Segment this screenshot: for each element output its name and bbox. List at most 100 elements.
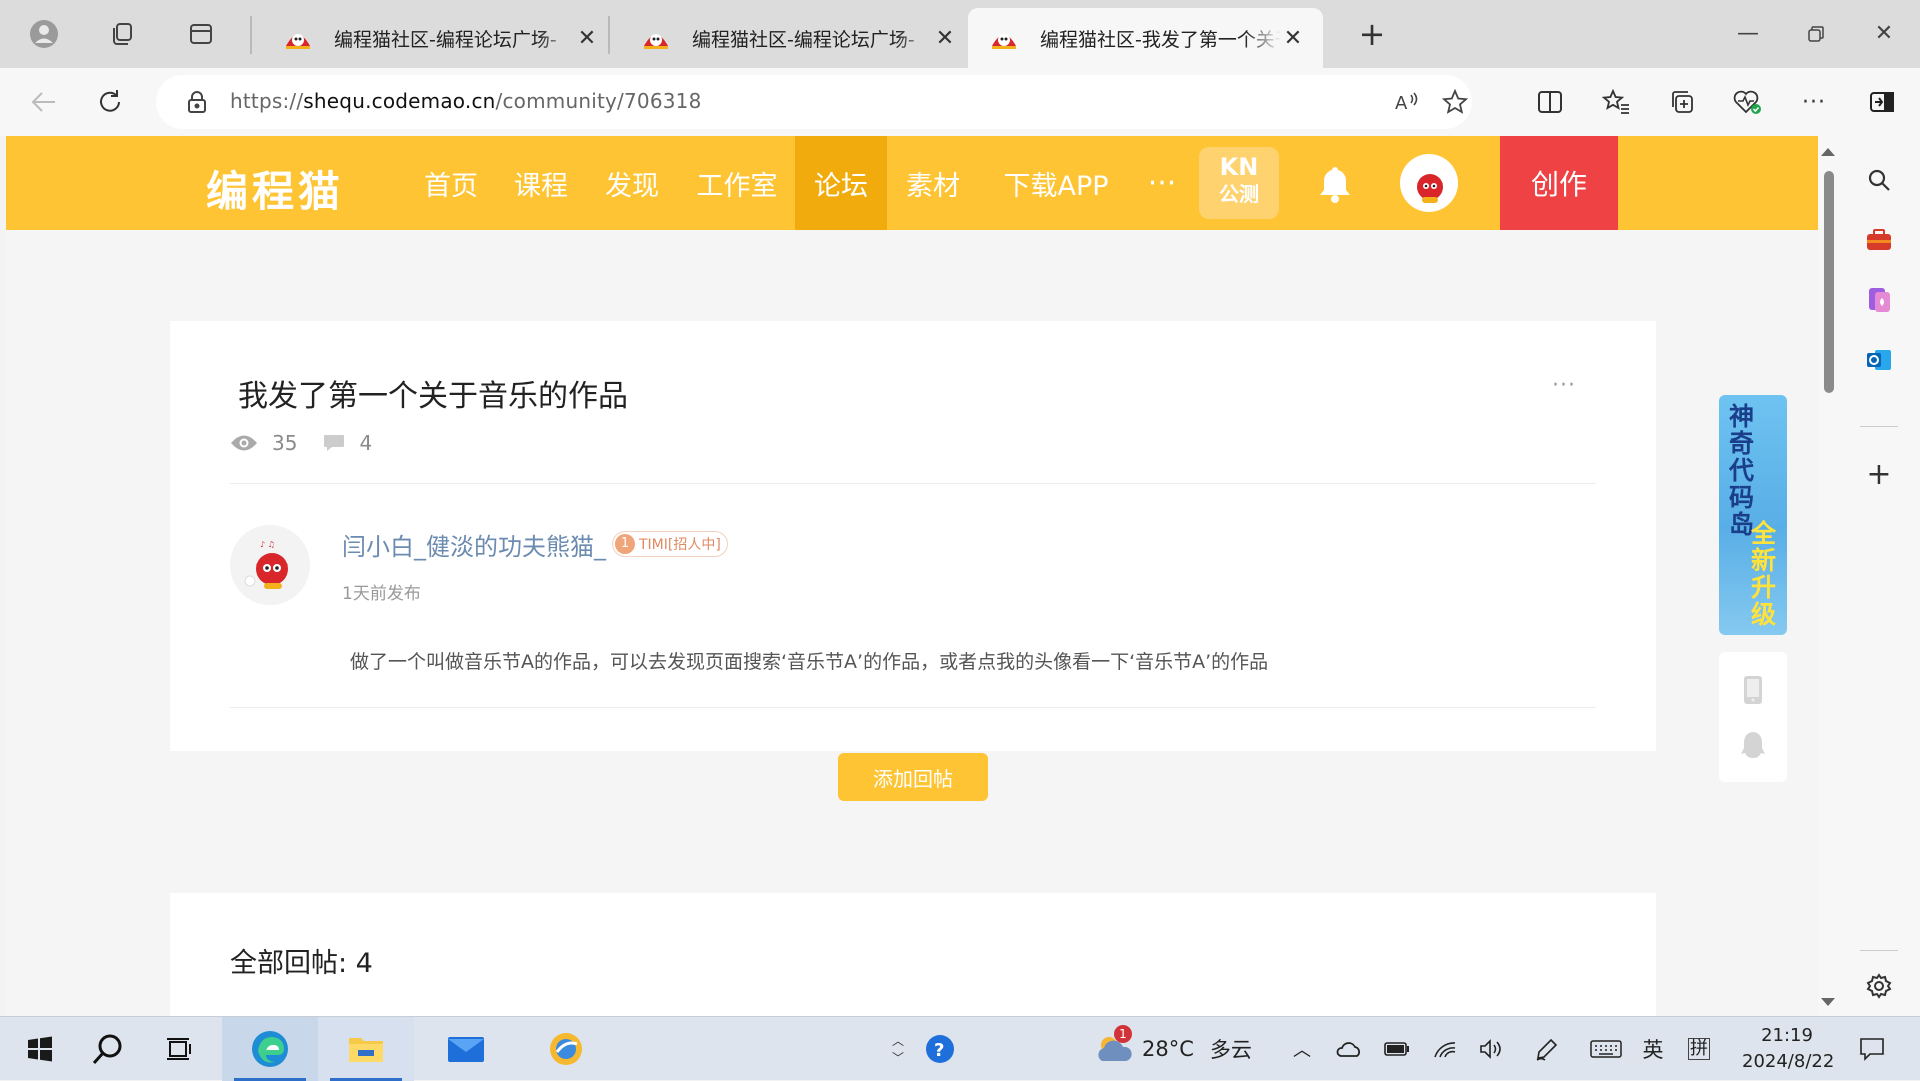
studio-badge[interactable]: 1 TIMI[招人中] (612, 531, 728, 557)
more-menu-icon[interactable]: ··· (1794, 82, 1834, 122)
sidebar-toggle-icon[interactable] (1862, 82, 1902, 122)
svg-text:A: A (1395, 93, 1408, 114)
address-bar[interactable]: https://shequ.codemao.cn/community/70631… (156, 75, 1472, 129)
close-tab-icon[interactable]: ✕ (1281, 26, 1305, 51)
taskbar-app-browser[interactable] (534, 1017, 598, 1081)
replies-card: 全部回帖: 4 (170, 893, 1656, 1016)
sidebar-settings-icon[interactable] (1859, 966, 1899, 1006)
taskbar-scroll-arrows[interactable]: ︿ ﹀ (886, 1017, 910, 1081)
nav-forum[interactable]: 论坛 (795, 136, 887, 230)
vertical-tabs-icon[interactable] (184, 17, 218, 51)
show-hidden-icons[interactable]: ︿ (1290, 1017, 1314, 1081)
mail-icon (448, 1037, 484, 1062)
nav-download-app[interactable]: 下载APP (979, 136, 1133, 230)
views-eye-icon (231, 435, 257, 451)
tab-title: 编程猫社区-编程论坛广场- (692, 28, 915, 51)
browser-tab-2[interactable]: 编程猫社区-编程论坛广场- ✕ (620, 8, 975, 68)
nav-discover[interactable]: 发现 (586, 136, 678, 230)
taskbar-mail[interactable] (434, 1017, 498, 1081)
games-icon[interactable] (1859, 280, 1899, 320)
task-view-icon[interactable] (152, 1017, 208, 1081)
read-aloud-icon[interactable]: A (1388, 83, 1426, 121)
collections-icon[interactable] (105, 17, 139, 51)
author-avatar[interactable]: ♪ ♫ (230, 525, 310, 605)
back-icon[interactable] (24, 82, 64, 122)
weather-desc: 多云 (1209, 1038, 1252, 1062)
taskbar-help-icon[interactable]: ? (918, 1017, 962, 1081)
add-reply-button[interactable]: 添加回帖 (838, 753, 988, 801)
search-icon[interactable] (1859, 160, 1899, 200)
taskbar-search-icon[interactable] (80, 1017, 136, 1081)
weather-widget[interactable]: 1 28°C 多云 (1094, 1017, 1254, 1081)
promo-banner[interactable]: 神奇代码岛 全新升级 (1719, 395, 1787, 635)
notifications-icon[interactable] (1854, 1017, 1890, 1081)
taskbar-file-explorer[interactable] (318, 1017, 414, 1081)
close-tab-icon[interactable]: ✕ (575, 26, 599, 51)
scrollbar-thumb[interactable] (1824, 171, 1834, 393)
edge-icon (252, 1031, 288, 1067)
battery-icon[interactable] (1382, 1017, 1412, 1081)
nav-more[interactable]: ··· (1133, 136, 1191, 230)
close-window-icon[interactable]: ✕ (1864, 14, 1904, 54)
edge-sidebar: + (1838, 136, 1920, 1016)
folder-icon (349, 1038, 383, 1062)
browser-toolbar: https://shequ.codemao.cn/community/70631… (0, 68, 1920, 136)
notification-bell-icon[interactable] (1316, 164, 1354, 204)
codemao-favicon-icon (992, 34, 1016, 49)
post-more-icon[interactable]: ··· (1552, 373, 1576, 398)
ime-language[interactable]: 英 (1638, 1017, 1668, 1081)
nav-courses[interactable]: 课程 (496, 136, 586, 230)
pen-icon[interactable] (1532, 1017, 1562, 1081)
replies-title: 全部回帖: 4 (230, 948, 373, 979)
profile-icon[interactable] (27, 17, 61, 51)
collections-add-icon[interactable] (1662, 82, 1702, 122)
split-screen-icon[interactable] (1530, 82, 1570, 122)
user-avatar[interactable] (1400, 154, 1458, 212)
close-tab-icon[interactable]: ✕ (933, 26, 957, 51)
browser-tab-3-active[interactable]: 编程猫社区-我发了第一个关于音乐的作品 ✕ (968, 8, 1323, 68)
create-button[interactable]: 创作 (1500, 136, 1618, 230)
new-tab-button[interactable]: + (1352, 14, 1392, 54)
taskbar-clock[interactable]: 21:19 2024/8/22 (1742, 1023, 1834, 1075)
browser-tab-1[interactable]: 编程猫社区-编程论坛广场- ✕ (262, 8, 617, 68)
refresh-icon[interactable] (90, 82, 130, 122)
url-text[interactable]: https://shequ.codemao.cn/community/70631… (230, 89, 702, 113)
ime-mode[interactable]: 拼 (1684, 1017, 1714, 1081)
onedrive-icon[interactable] (1334, 1017, 1364, 1081)
tools-icon[interactable] (1859, 220, 1899, 260)
start-windows-icon[interactable] (12, 1017, 68, 1081)
post-stats: 35 4 (230, 431, 372, 455)
post-body: 做了一个叫做音乐节A的作品，可以去发现页面搜索‘音乐节A’的作品，或者点我的头像… (350, 651, 1269, 673)
favorite-star-icon[interactable] (1436, 83, 1474, 121)
qq-icon[interactable] (1739, 730, 1767, 762)
volume-icon[interactable] (1476, 1017, 1506, 1081)
tab-title: 编程猫社区-编程论坛广场- (334, 28, 557, 51)
nav-studio[interactable]: 工作室 (678, 136, 796, 230)
taskbar-edge-app[interactable] (222, 1017, 318, 1081)
touch-keyboard-icon[interactable] (1588, 1017, 1624, 1081)
weather-alert-badge: 1 (1114, 1025, 1132, 1043)
tablet-app-icon[interactable] (1739, 674, 1767, 706)
site-header: 编程猫 首页 课程 发现 工作室 论坛 素材 下载APP ··· KN 公测 创… (6, 136, 1818, 230)
add-sidebar-app-icon[interactable]: + (1859, 454, 1899, 494)
weather-temp: 28°C (1142, 1037, 1194, 1061)
browser-essentials-icon[interactable] (1728, 82, 1768, 122)
comments-bubble-icon (324, 435, 345, 451)
tab-title: 编程猫社区-我发了第一个关于音乐的作品 (1040, 28, 1281, 51)
nav-materials[interactable]: 素材 (887, 136, 979, 230)
author-name-link[interactable]: 闫小白_健淡的功夫熊猫_ (342, 527, 606, 562)
lock-icon[interactable] (184, 89, 210, 115)
outlook-icon[interactable] (1859, 340, 1899, 380)
wifi-icon[interactable] (1430, 1017, 1460, 1081)
favorites-icon[interactable] (1596, 82, 1636, 122)
floating-tools (1719, 652, 1787, 782)
restore-icon[interactable] (1796, 14, 1836, 54)
page-scrollbar[interactable] (1818, 136, 1838, 1016)
post-title: 我发了第一个关于音乐的作品 (238, 379, 628, 414)
codemao-logo[interactable]: 编程猫 (206, 158, 344, 219)
nav-home[interactable]: 首页 (406, 136, 496, 230)
minimize-icon[interactable]: — (1728, 14, 1768, 54)
svg-text:?: ? (934, 1040, 944, 1061)
kn-beta-button[interactable]: KN 公测 (1199, 147, 1279, 219)
page-viewport: 编程猫 首页 课程 发现 工作室 论坛 素材 下载APP ··· KN 公测 创… (6, 136, 1818, 1016)
